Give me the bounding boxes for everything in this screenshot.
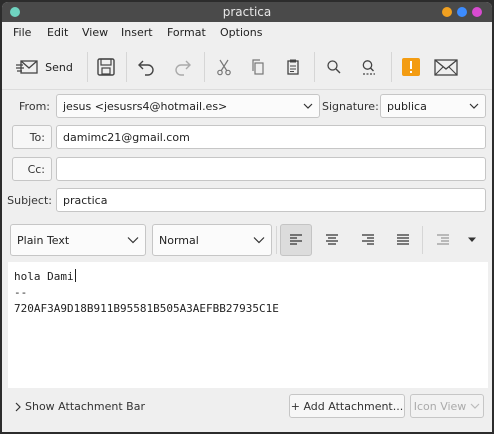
paragraph-style-value: Normal [159,233,199,247]
from-label: From: [19,100,50,113]
attachment-bar: Show Attachment Bar + Add Attachment... … [2,389,492,432]
signature-label: Signature: [322,100,379,113]
from-value: jesus <jesusrs4@hotmail.es> [63,99,228,113]
save-button[interactable] [91,52,121,82]
menu-edit[interactable]: Edit [47,26,68,39]
body-line: 720AF3A9D18B911B95581B505A3AEFBB27935C1E [14,302,279,315]
align-center-button[interactable] [316,224,348,256]
send-button[interactable]: Send [10,52,78,82]
align-left-icon [289,233,303,247]
body-line: hola Dami [14,270,74,283]
to-button[interactable]: To: [12,125,52,149]
show-attachment-bar-label: Show Attachment Bar [25,400,145,413]
menu-file[interactable]: File [13,26,31,39]
redo-icon [172,57,192,77]
subject-value: practica [63,193,108,207]
urgent-button[interactable] [396,52,426,82]
menu-bar: File Edit View Insert Format Options [2,22,492,44]
chevron-down-icon [469,102,479,110]
more-format-button[interactable] [459,224,485,256]
chevron-right-icon [14,402,22,412]
paste-button[interactable] [278,52,308,82]
align-left-button[interactable] [280,224,312,256]
to-value: damimc21@gmail.com [63,130,190,144]
cc-button[interactable]: Cc: [12,157,52,181]
add-attachment-label: + Add Attachment... [290,399,404,413]
text-type-select[interactable]: Plain Text [10,224,146,256]
icon-view-label: Icon View [413,399,467,413]
text-type-value: Plain Text [17,233,70,247]
cc-field[interactable] [56,157,486,181]
undo-button[interactable] [132,52,162,82]
align-right-icon [361,233,375,247]
message-body-editor[interactable]: hola Dami -- 720AF3A9D18B911B95581B505A3… [8,262,488,388]
find-icon [325,58,343,76]
menu-format[interactable]: Format [167,26,206,39]
composer-window: practica File Edit View Insert Format Op… [2,2,492,432]
list-style-button[interactable] [427,224,459,256]
message-icon [434,57,458,77]
subject-label: Subject: [7,194,52,207]
paragraph-style-select[interactable]: Normal [152,224,272,256]
app-menu-icon[interactable] [10,7,20,17]
signature-value: publica [387,99,427,113]
send-label: Send [45,60,73,74]
menu-options[interactable]: Options [220,26,262,39]
caret-down-icon [467,237,477,243]
save-icon [96,57,116,77]
send-icon [15,57,39,77]
cc-label: Cc: [27,162,45,176]
show-attachment-bar-toggle[interactable]: Show Attachment Bar [14,400,145,413]
from-select[interactable]: jesus <jesusrs4@hotmail.es> [56,94,320,118]
align-justify-icon [396,233,410,247]
to-field[interactable]: damimc21@gmail.com [56,125,486,149]
find-button[interactable] [319,52,349,82]
close-button[interactable] [472,7,482,17]
minimize-button[interactable] [442,7,452,17]
subject-field[interactable]: practica [56,188,486,212]
main-toolbar: Send [2,44,492,90]
undo-icon [137,57,157,77]
cut-icon [215,58,233,76]
text-cursor [74,269,76,282]
align-center-icon [325,233,339,247]
redo-button[interactable] [167,52,197,82]
find-replace-icon [360,58,378,76]
paste-icon [284,58,302,76]
align-justify-button[interactable] [387,224,419,256]
window-title: practica [222,5,272,19]
body-line: -- [14,286,28,299]
chevron-down-icon [470,402,480,410]
maximize-button[interactable] [457,7,467,17]
title-bar[interactable]: practica [2,2,492,22]
menu-view[interactable]: View [82,26,108,39]
find-replace-button[interactable] [354,52,384,82]
align-right-button[interactable] [352,224,384,256]
signature-select[interactable]: publica [380,94,486,118]
list-indent-icon [436,233,450,247]
menu-insert[interactable]: Insert [121,26,153,39]
cut-button[interactable] [209,52,239,82]
chevron-down-icon [253,236,265,244]
copy-button[interactable] [243,52,273,82]
add-attachment-button[interactable]: + Add Attachment... [289,394,405,418]
copy-icon [249,58,267,76]
message-options-button[interactable] [431,52,461,82]
icon-view-select[interactable]: Icon View [410,394,484,418]
chevron-down-icon [127,236,139,244]
urgent-icon [401,57,421,77]
chevron-down-icon [303,102,313,110]
to-label: To: [29,130,45,144]
